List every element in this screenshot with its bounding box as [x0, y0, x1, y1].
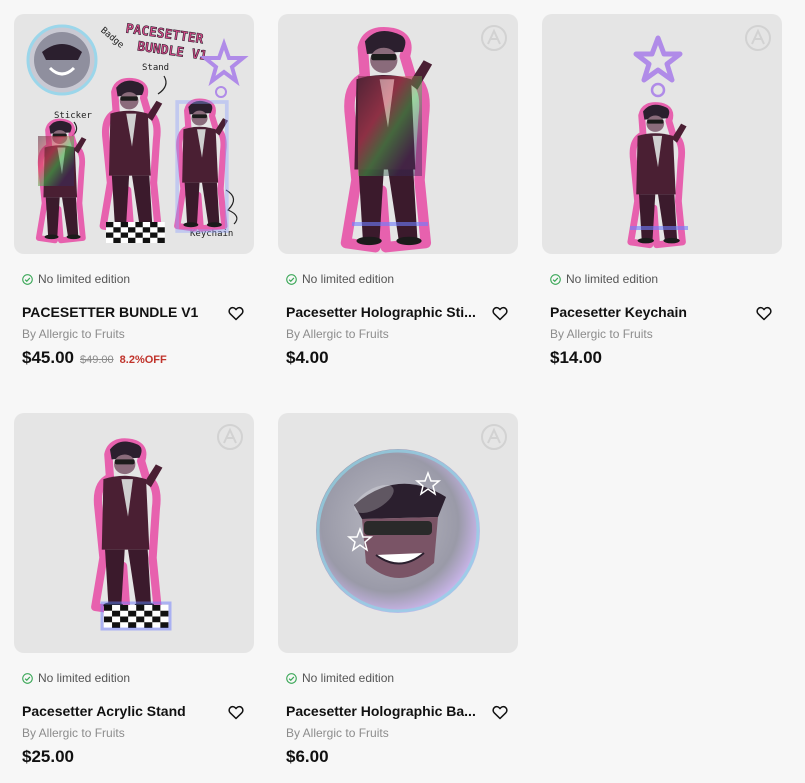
- check-circle-icon: [22, 273, 33, 285]
- price-row: $6.00: [286, 747, 329, 767]
- original-price: $49.00: [80, 354, 114, 366]
- product-title[interactable]: Pacesetter Acrylic Stand: [22, 703, 214, 719]
- brand-watermark-icon: [481, 25, 507, 51]
- check-circle-icon: [286, 672, 297, 684]
- price: $6.00: [286, 747, 329, 766]
- svg-text:Badge: Badge: [98, 26, 125, 51]
- heart-outline-icon[interactable]: [228, 705, 244, 720]
- product-card-sticker[interactable]: No limited edition Pacesetter Holographi…: [278, 14, 518, 367]
- product-card-badge[interactable]: No limited edition Pacesetter Holographi…: [278, 413, 518, 766]
- product-image[interactable]: [278, 14, 518, 254]
- limited-edition-label: No limited edition: [302, 272, 395, 286]
- check-circle-icon: [22, 672, 33, 684]
- product-image[interactable]: [278, 413, 518, 653]
- seller-name[interactable]: By Allergic to Fruits: [286, 327, 389, 341]
- product-card-bundle[interactable]: PACESETTER BUNDLE V1 Badge Stand Sticker…: [14, 14, 254, 367]
- product-card-keychain[interactable]: No limited edition Pacesetter Keychain B…: [542, 14, 782, 367]
- price-row: $14.00: [550, 348, 602, 368]
- seller-name[interactable]: By Allergic to Fruits: [22, 726, 125, 740]
- check-circle-icon: [550, 273, 561, 285]
- seller-name[interactable]: By Allergic to Fruits: [22, 327, 125, 341]
- price: $14.00: [550, 348, 602, 367]
- heart-outline-icon[interactable]: [492, 705, 508, 720]
- price: $4.00: [286, 348, 329, 367]
- limited-edition-status: No limited edition: [550, 272, 658, 286]
- limited-edition-label: No limited edition: [38, 671, 131, 685]
- price-row: $45.00 $49.00 8.2%OFF: [22, 348, 167, 368]
- discount-badge: 8.2%OFF: [119, 354, 167, 366]
- limited-edition-label: No limited edition: [566, 272, 659, 286]
- product-title[interactable]: Pacesetter Holographic Sti...: [286, 304, 478, 320]
- product-title[interactable]: PACESETTER BUNDLE V1: [22, 304, 214, 320]
- limited-edition-status: No limited edition: [22, 272, 130, 286]
- heart-outline-icon[interactable]: [228, 306, 244, 321]
- product-image[interactable]: [14, 413, 254, 653]
- price: $25.00: [22, 747, 74, 766]
- product-title[interactable]: Pacesetter Holographic Ba...: [286, 703, 478, 719]
- brand-watermark-icon: [217, 424, 243, 450]
- seller-name[interactable]: By Allergic to Fruits: [286, 726, 389, 740]
- svg-text:Stand: Stand: [142, 63, 169, 73]
- limited-edition-status: No limited edition: [286, 671, 394, 685]
- limited-edition-label: No limited edition: [38, 272, 131, 286]
- product-image[interactable]: PACESETTER BUNDLE V1 Badge Stand Sticker…: [14, 14, 254, 254]
- limited-edition-status: No limited edition: [22, 671, 130, 685]
- brand-watermark-icon: [481, 424, 507, 450]
- brand-watermark-icon: [745, 25, 771, 51]
- product-card-stand[interactable]: No limited edition Pacesetter Acrylic St…: [14, 413, 254, 766]
- heart-outline-icon[interactable]: [756, 306, 772, 321]
- limited-edition-label: No limited edition: [302, 671, 395, 685]
- price-row: $25.00: [22, 747, 74, 767]
- product-image[interactable]: [542, 14, 782, 254]
- price-row: $4.00: [286, 348, 329, 368]
- seller-name[interactable]: By Allergic to Fruits: [550, 327, 653, 341]
- product-title[interactable]: Pacesetter Keychain: [550, 304, 742, 320]
- price: $45.00: [22, 348, 74, 367]
- bundle-artwork: PACESETTER BUNDLE V1 Badge Stand Sticker…: [26, 21, 249, 254]
- heart-outline-icon[interactable]: [492, 306, 508, 321]
- check-circle-icon: [286, 273, 297, 285]
- limited-edition-status: No limited edition: [286, 272, 394, 286]
